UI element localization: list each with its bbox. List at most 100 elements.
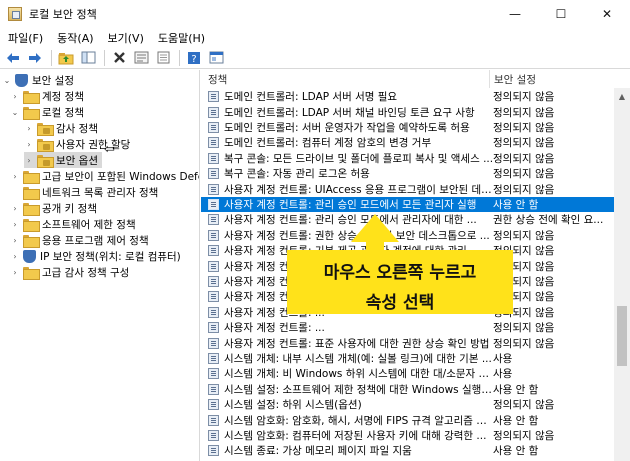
- tree-item-label: 계정 정책: [42, 90, 84, 103]
- column-header-policy[interactable]: 정책: [208, 70, 488, 88]
- tree-item-advanced-audit[interactable]: › 고급 감사 정책 구성: [10, 264, 129, 280]
- policy-row[interactable]: 시스템 종료: 가상 메모리 페이지 파일 지움 사용 안 함: [201, 443, 614, 458]
- folder-lock-icon: [37, 138, 54, 152]
- menu-help[interactable]: 도움말(H): [152, 30, 213, 46]
- folder-icon: [23, 218, 40, 232]
- policy-name: 시스템 개체: 내부 시스템 개체(예: 실볼 링크)에 대한 기본 ...: [224, 352, 492, 365]
- tree-item-audit-policy[interactable]: › 감사 정책: [24, 120, 98, 136]
- policy-row[interactable]: 도메인 컨트롤러: 서버 운영자가 작업을 예약하도록 허용 정의되지 않음: [201, 120, 614, 135]
- menu-action[interactable]: 동작(A): [51, 30, 101, 46]
- policy-row[interactable]: 시스템 설정: 소프트웨어 제한 정책에 대한 Windows 실행 ... 사용…: [201, 382, 614, 397]
- policy-row[interactable]: 도메인 컨트롤러: LDAP 서버 서명 필요 정의되지 않음: [201, 89, 614, 104]
- policy-icon: [208, 137, 219, 149]
- column-divider[interactable]: [489, 70, 490, 88]
- tree-item-public-key-policies[interactable]: › 공개 키 정책: [10, 200, 97, 216]
- back-icon[interactable]: [3, 49, 23, 67]
- column-header-setting[interactable]: 보안 설정: [494, 70, 614, 88]
- policy-setting: 정의되지 않음: [493, 137, 555, 150]
- minimize-button[interactable]: —: [492, 0, 538, 28]
- tree-pane: ⌄ 보안 설정 › 계정 정책 ⌄ 로컬 정책 › 감사 정책 › 사용자 권한…: [0, 70, 200, 461]
- expand-chevron-icon[interactable]: ›: [24, 124, 34, 133]
- tree-item-label: 고급 보안이 포함된 Windows Defenc: [42, 170, 200, 183]
- scrollbar-thumb[interactable]: [617, 306, 627, 366]
- expand-chevron-icon[interactable]: ›: [10, 204, 20, 213]
- tree-item-label: 응용 프로그램 제어 정책: [42, 234, 149, 247]
- policy-setting: 사용: [493, 368, 513, 381]
- policy-row[interactable]: 사용자 계정 컨트롤: UIAccess 응용 프로그램이 보안된 데스... 정…: [201, 181, 614, 196]
- policy-row[interactable]: 시스템 개체: 비 Windows 하위 시스템에 대한 대/소문자 구... 사…: [201, 366, 614, 381]
- folder-icon: [23, 234, 40, 248]
- policy-row[interactable]: 사용자 계정 컨트롤: 표준 사용자에 대한 권한 상승 확인 방법 정의되지 않…: [201, 335, 614, 350]
- policy-row[interactable]: 도메인 컨트롤러: LDAP 서버 채널 바인딩 토큰 요구 사항 정의되지 않음: [201, 104, 614, 119]
- policy-name: 복구 콘솔: 자동 관리 로그온 허용: [224, 168, 370, 181]
- forward-icon[interactable]: [25, 49, 45, 67]
- tree-item-label: 고급 감사 정책 구성: [42, 266, 130, 279]
- policy-row[interactable]: 복구 콘솔: 자동 관리 로그온 허용 정의되지 않음: [201, 166, 614, 181]
- policy-row[interactable]: 시스템 설정: 하위 시스템(옵션) 정의되지 않음: [201, 397, 614, 412]
- policy-icon: [208, 106, 219, 118]
- menu-view[interactable]: 보기(V): [102, 30, 152, 46]
- policy-row[interactable]: 사용자 계정 컨트롤: ... 정의되지 않음: [201, 320, 614, 335]
- help-icon[interactable]: ?: [184, 49, 204, 67]
- shield-icon: [23, 249, 36, 263]
- expand-chevron-icon[interactable]: ›: [10, 92, 20, 101]
- up-folder-icon[interactable]: [56, 49, 76, 67]
- tree-item-label: 네트워크 목록 관리자 정책: [42, 186, 159, 199]
- properties-icon[interactable]: [131, 49, 151, 67]
- policy-row[interactable]: 시스템 개체: 내부 시스템 개체(예: 실볼 링크)에 대한 기본 ... 사용: [201, 351, 614, 366]
- policy-setting: 정의되지 않음: [493, 91, 555, 104]
- tree-item-network-list-manager[interactable]: 네트워크 목록 관리자 정책: [10, 184, 158, 200]
- expand-chevron-icon[interactable]: ›: [10, 172, 20, 181]
- policy-setting: 정의되지 않음: [493, 183, 555, 196]
- tree-item-windows-defender-firewall[interactable]: › 고급 보안이 포함된 Windows Defenc: [10, 168, 200, 184]
- folder-icon: [23, 90, 40, 104]
- menu-file[interactable]: 파일(F): [2, 30, 51, 46]
- maximize-button[interactable]: ☐: [538, 0, 584, 28]
- vertical-scrollbar[interactable]: [614, 88, 630, 461]
- collapse-chevron-icon[interactable]: ⌄: [10, 108, 20, 117]
- export-list-icon[interactable]: [153, 49, 173, 67]
- policy-icon: [208, 245, 219, 257]
- policy-name: 시스템 설정: 소프트웨어 제한 정책에 대한 Windows 실행 ...: [224, 383, 494, 396]
- policy-setting: 정의되지 않음: [493, 229, 555, 242]
- console-icon[interactable]: [206, 49, 226, 67]
- callout-line2: 속성 선택: [365, 293, 435, 313]
- tree-item-ip-security[interactable]: › IP 보안 정책(위치: 로컬 컴퓨터): [10, 248, 181, 264]
- scroll-up-arrow-icon[interactable]: ▲: [614, 88, 630, 104]
- expand-chevron-icon[interactable]: ›: [24, 140, 34, 149]
- tree-item-security-settings[interactable]: ⌄ 보안 설정: [2, 72, 74, 88]
- policy-row[interactable]: 사용자 계정 컨트롤: 관리 승인 모드에서 관리자에 대한 ... 권한 상승 …: [201, 212, 614, 227]
- folder-lock-icon: [37, 154, 54, 168]
- tree-item-application-control[interactable]: › 응용 프로그램 제어 정책: [10, 232, 149, 248]
- expand-chevron-icon[interactable]: ›: [10, 236, 20, 245]
- expand-chevron-icon[interactable]: ›: [10, 268, 20, 277]
- folder-lock-icon: [37, 122, 54, 136]
- policy-icon: [208, 322, 219, 334]
- policy-name: 시스템 암호화: 컴퓨터에 저장된 사용자 키에 대해 강력한 ...: [224, 429, 487, 442]
- policy-name: 도메인 컨트롤러: LDAP 서버 채널 바인딩 토큰 요구 사항: [224, 106, 475, 119]
- policy-icon: [208, 306, 219, 318]
- expand-chevron-icon[interactable]: ›: [10, 220, 20, 229]
- show-hide-tree-icon[interactable]: [78, 49, 98, 67]
- policy-row[interactable]: 복구 콘솔: 모든 드라이브 및 폴더에 플로피 복사 및 액세스 ... 정의되…: [201, 151, 614, 166]
- tree-item-software-restriction[interactable]: › 소프트웨어 제한 정책: [10, 216, 136, 232]
- expand-chevron-icon[interactable]: ›: [10, 252, 20, 261]
- policy-icon: [208, 214, 219, 226]
- expand-chevron-icon[interactable]: ›: [24, 156, 34, 165]
- policy-icon: [208, 291, 219, 303]
- window-title: 로컬 보안 정책: [29, 8, 97, 21]
- tree-item-label: 사용자 권한 할당: [56, 138, 131, 151]
- policy-row[interactable]: 시스템 암호화: 암호화, 해시, 서명에 FIPS 규격 알고리즘 사용 사용 …: [201, 412, 614, 427]
- policy-row[interactable]: 도메인 컨트롤러: 컴퓨터 계정 암호의 변경 거부 정의되지 않음: [201, 135, 614, 150]
- policy-row[interactable]: 시스템 암호화: 컴퓨터에 저장된 사용자 키에 대해 강력한 ... 정의되지 …: [201, 428, 614, 443]
- delete-icon[interactable]: [109, 49, 129, 67]
- policy-row[interactable]: 사용자 계정 컨트롤: 권한 상승 요청 시 보안 데스크톱으로 ... 정의되지…: [201, 228, 614, 243]
- close-button[interactable]: ✕: [584, 0, 630, 28]
- collapse-chevron-icon[interactable]: ⌄: [2, 76, 12, 85]
- tree-item-security-options[interactable]: › 보안 옵션: [24, 152, 102, 168]
- tree-item-local-policies[interactable]: ⌄ 로컬 정책: [10, 104, 84, 120]
- policy-setting: 사용 안 함: [493, 198, 539, 211]
- tree-item-account-policies[interactable]: › 계정 정책: [10, 88, 84, 104]
- policy-row-selected[interactable]: 사용자 계정 컨트롤: 관리 승인 모드에서 모든 관리자 실행 사용 안 함: [201, 196, 614, 213]
- policy-icon: [208, 260, 219, 272]
